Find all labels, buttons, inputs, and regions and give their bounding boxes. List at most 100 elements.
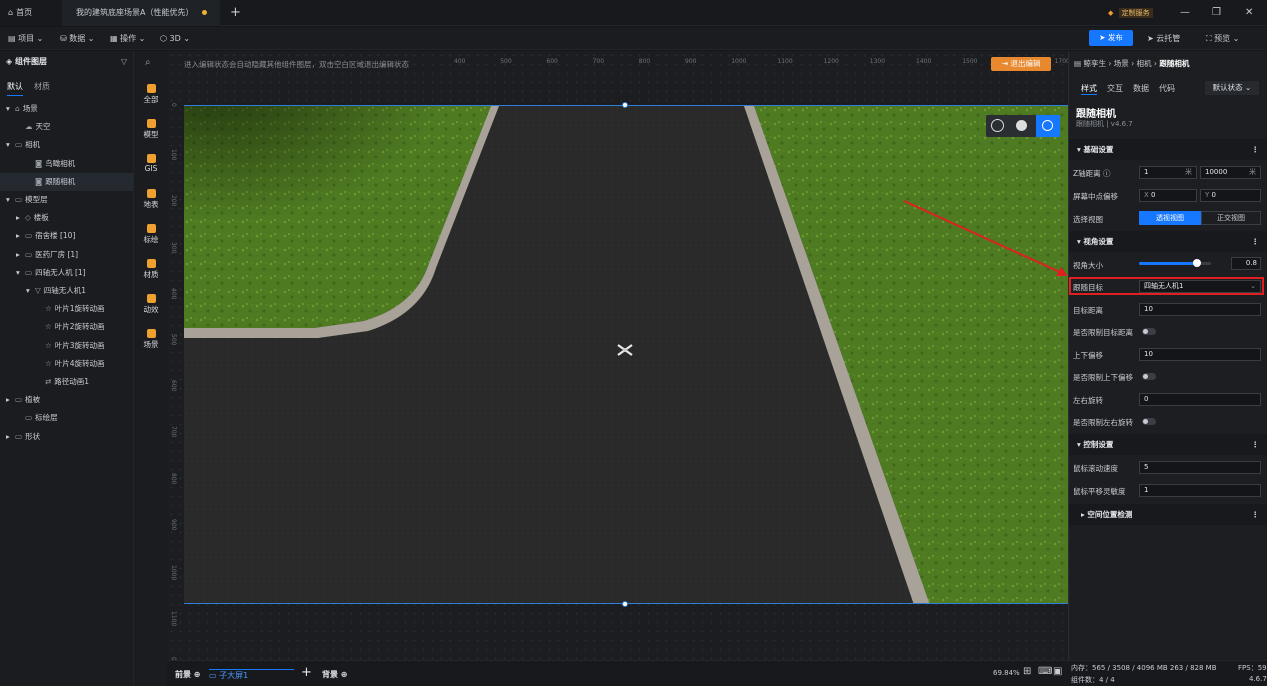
z-far-input[interactable]: 10000 米 — [1200, 166, 1261, 179]
tab-default[interactable]: 默认 — [7, 81, 23, 96]
fit-screen-icon[interactable]: ⊞ — [1023, 666, 1031, 677]
category-1[interactable]: 模型 — [134, 119, 168, 140]
updown-offset-input[interactable]: 10 — [1139, 348, 1261, 361]
tree-item[interactable]: ☆ 叶片2旋转动画 — [0, 318, 133, 336]
tree-arrow-icon[interactable]: ▸ — [6, 391, 15, 409]
category-0[interactable]: 全部 — [134, 84, 168, 105]
tree-item[interactable]: ▭ 标绘层 — [0, 409, 133, 427]
tree-arrow-icon[interactable]: ▸ — [6, 428, 15, 446]
image-icon[interactable]: ▣ — [1053, 666, 1062, 677]
tab-material[interactable]: 材质 — [34, 81, 50, 92]
property-tab[interactable]: 交互 — [1107, 83, 1123, 94]
menu-project[interactable]: ▤ 项目 ⌄ — [8, 27, 43, 50]
filter-icon[interactable]: ▽ — [121, 51, 127, 73]
keyboard-icon[interactable]: ⌨ — [1038, 666, 1052, 677]
globe-icon[interactable] — [991, 119, 1004, 132]
category-3[interactable]: 地表 — [134, 189, 168, 210]
view-perspective-button[interactable]: 透视视图 — [1139, 211, 1201, 225]
tree-arrow-icon[interactable]: ▸ — [16, 227, 25, 245]
category-6[interactable]: 动效 — [134, 294, 168, 315]
tree-item[interactable]: ▾ ▭ 相机 — [0, 136, 133, 154]
tree-item[interactable]: ▾ ▭ 四轴无人机 [1] — [0, 264, 133, 282]
tree-item[interactable]: ◙ 跟随相机 — [0, 172, 133, 191]
menu-3d[interactable]: ⬡ 3D ⌄ — [160, 27, 190, 50]
limit-lr-toggle[interactable] — [1142, 418, 1156, 425]
preview-button[interactable]: ⛶ 预览 ⌄ — [1206, 27, 1239, 50]
z-near-input[interactable]: 1米 — [1139, 166, 1197, 179]
section-angle[interactable]: ▾ 视角设置 ⋮ — [1069, 231, 1267, 252]
cloud-host-button[interactable]: ➤ 云托管 — [1147, 27, 1180, 50]
state-select[interactable]: 默认状态 ⌄ — [1205, 81, 1259, 95]
tab-sub-screen[interactable]: ▭ 子大屏1 — [209, 669, 294, 681]
tree-item[interactable]: ▾ ▽ 四轴无人机1 — [0, 282, 133, 300]
category-7[interactable]: 场景 — [134, 329, 168, 350]
tree-item[interactable]: ☆ 叶片1旋转动画 — [0, 300, 133, 318]
tree-item[interactable]: ▾ ⌂ 场景 — [0, 100, 133, 118]
more-icon[interactable]: ⋮ — [1252, 434, 1260, 455]
breadcrumb-item[interactable]: 场景 — [1114, 59, 1129, 68]
breadcrumb-item[interactable]: 鲸孪生 — [1083, 59, 1106, 68]
limit-updown-toggle[interactable] — [1142, 373, 1156, 380]
category-2[interactable]: GIS — [134, 154, 168, 173]
follow-target-select[interactable]: 四轴无人机1 ⌄ — [1139, 280, 1261, 293]
offset-y-input[interactable]: Y 0 — [1200, 189, 1261, 202]
selection-handle[interactable] — [622, 601, 628, 607]
tab-background[interactable]: 背景 ⊕ — [322, 669, 348, 680]
add-circle-icon[interactable]: ⊕ — [194, 670, 201, 679]
category-4[interactable]: 标绘 — [134, 224, 168, 245]
add-tab-button[interactable]: + — [230, 0, 241, 26]
tree-item[interactable]: ☆ 叶片4旋转动画 — [0, 355, 133, 373]
tab-foreground[interactable]: 前景 ⊕ — [175, 669, 201, 680]
more-icon[interactable]: ⋮ — [1252, 139, 1260, 160]
tree-item[interactable]: ▸ ◇ 楼板 — [0, 209, 133, 227]
tree-item[interactable]: ⇄ 路径动画1 — [0, 373, 133, 391]
tree-item[interactable]: ▸ ▭ 植被 — [0, 391, 133, 409]
menu-operation[interactable]: ▦ 操作 ⌄ — [110, 27, 145, 50]
add-circle-icon[interactable]: ⊕ — [341, 670, 348, 679]
scroll-speed-input[interactable]: 5 — [1139, 461, 1261, 474]
breadcrumb-item[interactable]: 相机 — [1137, 59, 1152, 68]
publish-button[interactable]: ➤ 发布 — [1089, 30, 1133, 46]
minimize-icon[interactable]: — — [1180, 0, 1190, 26]
section-basic[interactable]: ▾ 基础设置 ⋮ — [1069, 139, 1267, 160]
tree-arrow-icon[interactable]: ▾ — [16, 264, 25, 282]
more-icon[interactable]: ⋮ — [1252, 504, 1260, 525]
view-ortho-button[interactable]: 正交视图 — [1201, 211, 1261, 225]
tab-document[interactable]: 我的建筑底座场景A（性能优先） — [62, 0, 220, 26]
tree-arrow-icon[interactable]: ▾ — [6, 100, 15, 118]
target-distance-input[interactable]: 10 — [1139, 303, 1261, 316]
fov-slider[interactable] — [1139, 259, 1211, 267]
menu-data[interactable]: ⛁ 数据 ⌄ — [60, 27, 95, 50]
maximize-icon[interactable]: ❐ — [1212, 0, 1221, 26]
orbit-icon[interactable] — [1036, 115, 1060, 137]
tree-item[interactable]: ▾ ▭ 模型层 — [0, 191, 133, 209]
fov-slider-thumb[interactable] — [1192, 259, 1201, 267]
help-icon[interactable]: ⓘ — [1103, 169, 1111, 178]
tree-arrow-icon[interactable]: ▾ — [26, 282, 35, 300]
offset-x-input[interactable]: X 0 — [1139, 189, 1197, 202]
custom-service-button[interactable]: ◆ 定制服务 — [1108, 6, 1153, 20]
property-tab[interactable]: 数据 — [1133, 83, 1149, 94]
tree-item[interactable]: ▸ ▭ 宿舍楼 [10] — [0, 227, 133, 245]
tree-item[interactable]: ☆ 叶片3旋转动画 — [0, 337, 133, 355]
property-tab[interactable]: 样式 — [1081, 83, 1097, 95]
more-icon[interactable]: ⋮ — [1252, 231, 1260, 252]
category-5[interactable]: 材质 — [134, 259, 168, 280]
tree-arrow-icon[interactable]: ▾ — [6, 191, 15, 209]
property-tab[interactable]: 代码 — [1159, 83, 1175, 94]
selection-handle[interactable] — [622, 102, 628, 108]
tree-arrow-icon[interactable]: ▸ — [16, 246, 25, 264]
close-icon[interactable]: ✕ — [1245, 0, 1253, 26]
tree-item[interactable]: ◙ 鸟瞰相机 — [0, 155, 133, 173]
add-screen-button[interactable]: + — [301, 665, 312, 680]
fov-input[interactable]: 0.8 — [1231, 257, 1261, 270]
tab-home[interactable]: ⌂ 首页 — [0, 0, 62, 26]
tree-item[interactable]: ▸ ▭ 医药厂房 [1] — [0, 246, 133, 264]
tree-arrow-icon[interactable]: ▸ — [16, 209, 25, 227]
lr-rotate-input[interactable]: 0 — [1139, 393, 1261, 406]
scene-viewport[interactable] — [184, 105, 1068, 604]
limit-target-distance-toggle[interactable] — [1142, 328, 1156, 335]
pan-sensitivity-input[interactable]: 1 — [1139, 484, 1261, 497]
zoom-level[interactable]: 69.84% — [993, 669, 1020, 677]
tree-arrow-icon[interactable]: ▾ — [6, 136, 15, 154]
